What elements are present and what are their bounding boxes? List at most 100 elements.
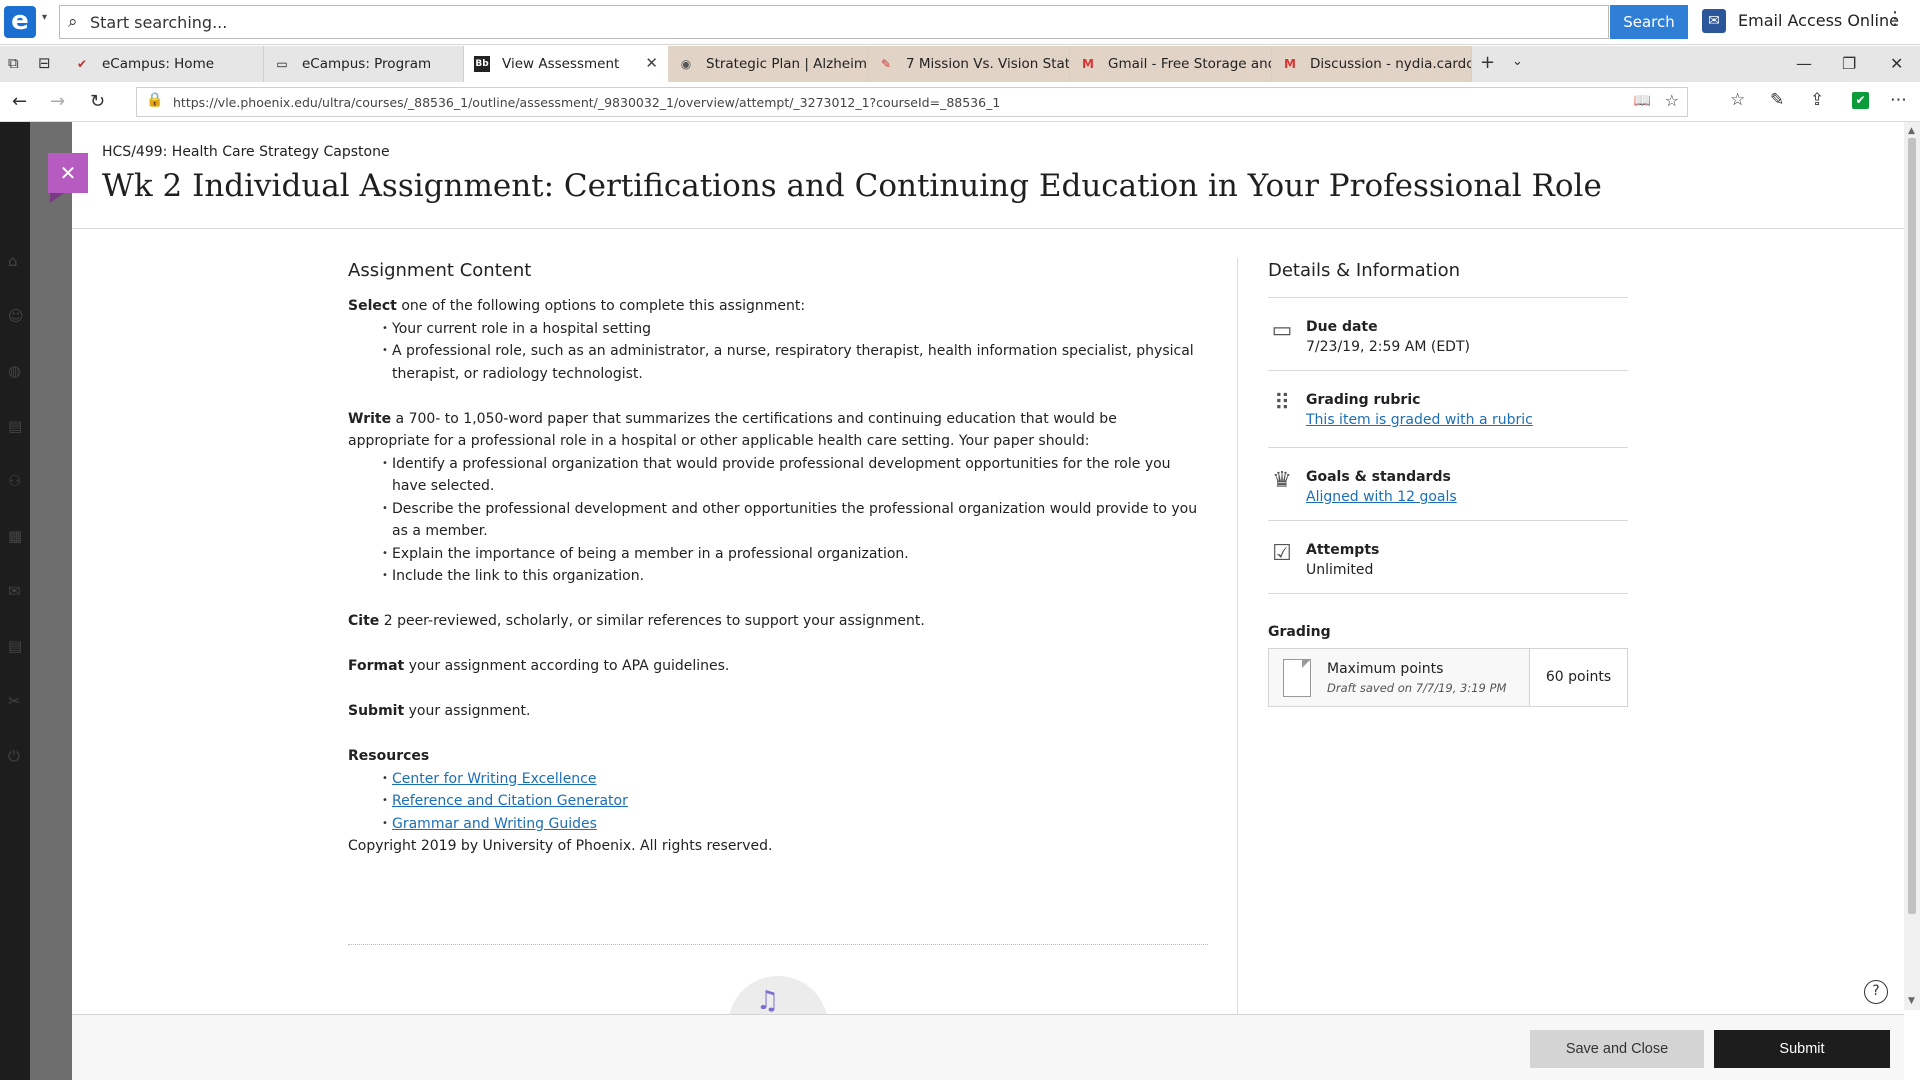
signout-icon: ⏻ <box>8 747 20 765</box>
attempts-value: Unlimited <box>1306 562 1374 578</box>
tab-list-icon[interactable]: ⌄ <box>1512 54 1523 69</box>
globe-icon: ◍ <box>8 362 22 380</box>
search-button[interactable]: Search <box>1610 5 1688 39</box>
courses-icon: ▤ <box>8 417 23 435</box>
overlay-backdrop <box>30 122 72 1080</box>
grading-rubric-row: ⠿ Grading rubric This item is graded wit… <box>1268 371 1628 448</box>
assignment-content: Assignment Content Select one of the fol… <box>348 258 1200 858</box>
tab-label: eCampus: Program <box>302 56 432 72</box>
checkbox-icon: ☑ <box>1272 541 1292 566</box>
format-bold: Format <box>348 658 405 674</box>
tab-bar: ⧉ ⊟ ✔ eCampus: Home ▭ eCampus: Program B… <box>0 46 1920 82</box>
submit-button[interactable]: Submit <box>1714 1030 1890 1068</box>
search-dropdown-icon[interactable]: ▾ <box>42 12 47 23</box>
favorite-star-icon[interactable]: ☆ <box>1665 91 1679 110</box>
tab-gmail[interactable]: M Gmail - Free Storage and Em <box>1070 46 1272 82</box>
content-divider <box>348 944 1208 945</box>
list-item: Your current role in a hospital setting <box>382 318 1200 341</box>
close-panel-button[interactable]: ✕ <box>48 153 88 193</box>
refresh-icon[interactable]: ↻ <box>90 91 105 112</box>
calendar-icon: ▭ <box>1271 318 1293 343</box>
back-icon[interactable]: ← <box>12 91 27 112</box>
due-date-row: ▭ Due date 7/23/19, 2:59 AM (EDT) <box>1268 298 1628 371</box>
list-item: Explain the importance of being a member… <box>382 543 1200 566</box>
close-tab-icon[interactable]: ✕ <box>645 54 658 72</box>
share-icon[interactable]: ⇪ <box>1810 90 1824 110</box>
due-date-value: 7/23/19, 2:59 AM (EDT) <box>1306 339 1470 355</box>
resource-link-grammar-guides[interactable]: Grammar and Writing Guides <box>392 816 597 832</box>
tab-view-assessment[interactable]: Bb View Assessment ✕ <box>464 46 668 82</box>
extension-check-icon[interactable]: ✔ <box>1852 92 1869 109</box>
resource-link-writing-excellence[interactable]: Center for Writing Excellence <box>392 771 597 787</box>
tab-label: View Assessment <box>502 56 620 72</box>
email-icon[interactable]: ✉ <box>1702 9 1726 33</box>
set-aside-icon[interactable]: ⊟ <box>38 54 51 72</box>
select-bold: Select <box>348 298 397 314</box>
more-icon[interactable]: ⋯ <box>1890 90 1907 110</box>
select-options-list: Your current role in a hospital setting … <box>382 318 1200 386</box>
list-item: A professional role, such as an administ… <box>382 340 1200 385</box>
new-tab-icon[interactable]: + <box>1480 52 1495 73</box>
close-window-icon[interactable]: ✕ <box>1890 54 1903 73</box>
tab-label: eCampus: Home <box>102 56 215 72</box>
resources-list: Center for Writing Excellence Reference … <box>382 768 1200 836</box>
tab-ecampus-home[interactable]: ✔ eCampus: Home <box>64 46 264 82</box>
search-input[interactable]: ⌕ Start searching... <box>59 5 1609 39</box>
tab-strategic-plan[interactable]: ◉ Strategic Plan | Alzheimer's <box>668 46 868 82</box>
goals-link[interactable]: Aligned with 12 goals <box>1306 487 1628 508</box>
tab-label: Discussion - nydia.cardoza5 <box>1310 56 1471 72</box>
scrollbar[interactable]: ▲ ▼ <box>1904 122 1920 1010</box>
search-bar: e ▾ ⌕ Start searching... Search ✉ Email … <box>0 0 1920 45</box>
list-item: Reference and Citation Generator <box>382 790 1200 813</box>
lock-icon: 🔒 <box>146 92 164 108</box>
submit-bold: Submit <box>348 703 405 719</box>
cite-instruction: Cite 2 peer-reviewed, scholarly, or simi… <box>348 610 1200 633</box>
forward-icon[interactable]: → <box>50 91 65 112</box>
page-favicon-icon: ✎ <box>880 57 892 71</box>
notes-pen-icon[interactable]: ✎ <box>1770 90 1784 110</box>
write-text: a 700- to 1,050-word paper that summariz… <box>348 410 1117 450</box>
tab-mission-vision[interactable]: ✎ 7 Mission Vs. Vision Statem <box>868 46 1070 82</box>
scroll-down-icon[interactable]: ▼ <box>1908 996 1915 1006</box>
course-code: HCS/499: Health Care Strategy Capstone <box>102 144 390 160</box>
list-item: Describe the professional development an… <box>382 498 1200 543</box>
tabs-aside-icon[interactable]: ⧉ <box>8 54 19 72</box>
details-title: Details & Information <box>1268 258 1628 298</box>
write-items-list: Identify a professional organization tha… <box>382 453 1200 588</box>
save-and-close-button[interactable]: Save and Close <box>1530 1030 1704 1068</box>
help-icon[interactable]: ? <box>1864 980 1888 1004</box>
url-field[interactable]: 🔒 https://vle.phoenix.edu/ultra/courses/… <box>136 87 1688 117</box>
grading-box: Maximum points Draft saved on 7/7/19, 3:… <box>1268 648 1628 707</box>
more-icon[interactable]: ⋮ <box>1886 8 1904 29</box>
tab-discussion[interactable]: M Discussion - nydia.cardoza5 <box>1272 46 1472 82</box>
tab-label: Strategic Plan | Alzheimer's <box>706 56 868 72</box>
cite-bold: Cite <box>348 613 380 629</box>
background-sidebar: ⌂ ☺ ◍ ▤ ⚇ ▦ ✉ ▤ ✂ ⏻ <box>0 122 30 1080</box>
resource-link-citation-generator[interactable]: Reference and Citation Generator <box>392 793 628 809</box>
draft-saved-text: Draft saved on 7/7/19, 3:19 PM <box>1327 681 1507 695</box>
page-favicon-icon: ◉ <box>680 57 692 71</box>
scroll-up-icon[interactable]: ▲ <box>1908 126 1915 136</box>
address-bar: ← → ↻ 🔒 https://vle.phoenix.edu/ultra/co… <box>0 82 1920 122</box>
scroll-thumb[interactable] <box>1908 138 1916 914</box>
copyright-text: Copyright 2019 by University of Phoenix.… <box>348 838 773 854</box>
url-text[interactable]: https://vle.phoenix.edu/ultra/courses/_8… <box>173 95 1000 110</box>
favorites-hub-icon[interactable]: ☆ <box>1730 90 1745 110</box>
browser-logo-icon[interactable]: e <box>4 6 36 38</box>
submit-text: your assignment. <box>404 703 531 719</box>
resources-heading: Resources <box>348 748 430 764</box>
rubric-link[interactable]: This item is graded with a rubric <box>1306 410 1628 431</box>
search-placeholder: Start searching... <box>90 13 228 32</box>
max-points-label: Maximum points <box>1327 661 1444 677</box>
music-notes-icon: ♫ <box>756 986 780 1016</box>
email-access-link[interactable]: Email Access Online <box>1738 11 1899 30</box>
restore-icon[interactable]: ❐ <box>1842 54 1856 73</box>
title-divider <box>72 228 1904 229</box>
page-favicon-icon: ▭ <box>276 57 288 71</box>
minimize-icon[interactable]: — <box>1796 54 1812 73</box>
reading-view-icon[interactable]: 📖 <box>1634 93 1651 109</box>
tab-ecampus-program[interactable]: ▭ eCampus: Program <box>264 46 464 82</box>
rubric-grid-icon: ⠿ <box>1273 391 1291 416</box>
attempts-label: Attempts <box>1306 542 1380 558</box>
groups-icon: ⚇ <box>8 472 22 490</box>
